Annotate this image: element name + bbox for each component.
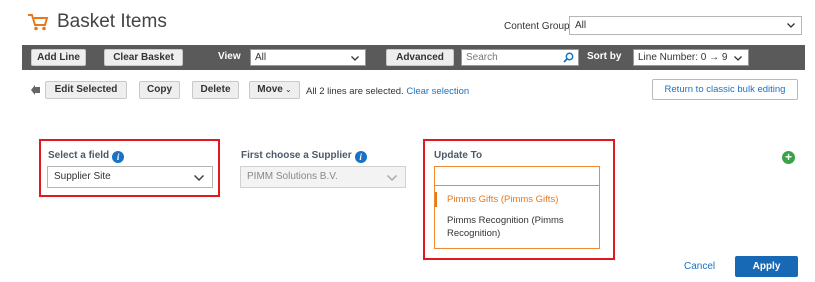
sort-value: Line Number: 0 → 9 — [638, 52, 728, 63]
update-to-options: Pimms Gifts (Pimms Gifts) Pimms Recognit… — [434, 186, 600, 249]
info-icon[interactable]: i — [112, 151, 125, 163]
chevron-down-icon — [734, 56, 742, 61]
chevron-down-icon — [351, 56, 359, 61]
selection-actions: Edit Selected Copy Delete Move ⌄ All 2 l… — [0, 79, 815, 103]
option-pimms-gifts[interactable]: Pimms Gifts (Pimms Gifts) — [435, 192, 599, 207]
view-label: View — [218, 51, 241, 62]
chevron-down-icon — [387, 175, 397, 181]
view-value: All — [255, 52, 267, 63]
move-label: Move — [257, 84, 283, 95]
sort-by-label: Sort by — [587, 51, 622, 62]
copy-button[interactable]: Copy — [139, 81, 180, 99]
advanced-button[interactable]: Advanced — [386, 49, 454, 66]
supplier-label-text: First choose a Supplier — [241, 150, 352, 161]
select-field-dropdown[interactable]: Supplier Site — [47, 166, 213, 188]
search-input[interactable]: Search — [461, 49, 579, 66]
option-pimms-recognition[interactable]: Pimms Recognition (Pimms Recognition) — [435, 214, 599, 240]
chevron-down-icon: ⌄ — [282, 85, 292, 94]
update-to-input[interactable] — [434, 166, 600, 186]
content-group-label: Content Group — [504, 21, 570, 32]
apply-button[interactable]: Apply — [735, 256, 798, 277]
cancel-link[interactable]: Cancel — [684, 261, 715, 272]
basket-toolbar: Add Line Clear Basket View All Advanced … — [22, 45, 805, 70]
select-field-label-text: Select a field — [48, 150, 110, 161]
content-group-value: All — [575, 20, 587, 31]
delete-button[interactable]: Delete — [192, 81, 239, 99]
select-field-value: Supplier Site — [54, 171, 111, 182]
info-icon[interactable]: i — [354, 151, 367, 163]
content-group-select[interactable]: All — [569, 16, 802, 35]
chevron-down-icon — [787, 23, 795, 28]
shopping-cart-icon — [28, 14, 49, 31]
move-button[interactable]: Move ⌄ — [249, 81, 300, 99]
sort-select[interactable]: Line Number: 0 → 9 — [633, 49, 749, 66]
supplier-dropdown: PIMM Solutions B.V. — [240, 166, 406, 188]
supplier-value: PIMM Solutions B.V. — [247, 171, 338, 182]
view-select[interactable]: All — [250, 49, 366, 66]
chevron-down-icon — [194, 175, 204, 181]
edit-selected-button[interactable]: Edit Selected — [45, 81, 127, 99]
search-icon[interactable] — [563, 52, 574, 63]
update-to-label: Update To — [434, 150, 483, 161]
classic-bulk-editing-button[interactable]: Return to classic bulk editing — [652, 79, 798, 100]
selection-status: All 2 lines are selected. Clear selectio… — [306, 86, 469, 97]
selection-text: All 2 lines are selected. — [306, 86, 404, 97]
search-placeholder: Search — [466, 52, 498, 63]
select-field-label: Select a field i — [48, 150, 125, 163]
clear-selection-link[interactable]: Clear selection — [406, 86, 469, 97]
page-header: Basket Items Content Group All — [0, 0, 815, 40]
add-line-button[interactable]: Add Line — [31, 49, 86, 66]
supplier-label: First choose a Supplier i — [241, 150, 367, 163]
add-field-icon[interactable]: + — [782, 151, 795, 164]
page-title: Basket Items — [57, 11, 167, 32]
clear-basket-button[interactable]: Clear Basket — [104, 49, 183, 66]
back-arrow-icon[interactable] — [31, 85, 41, 95]
